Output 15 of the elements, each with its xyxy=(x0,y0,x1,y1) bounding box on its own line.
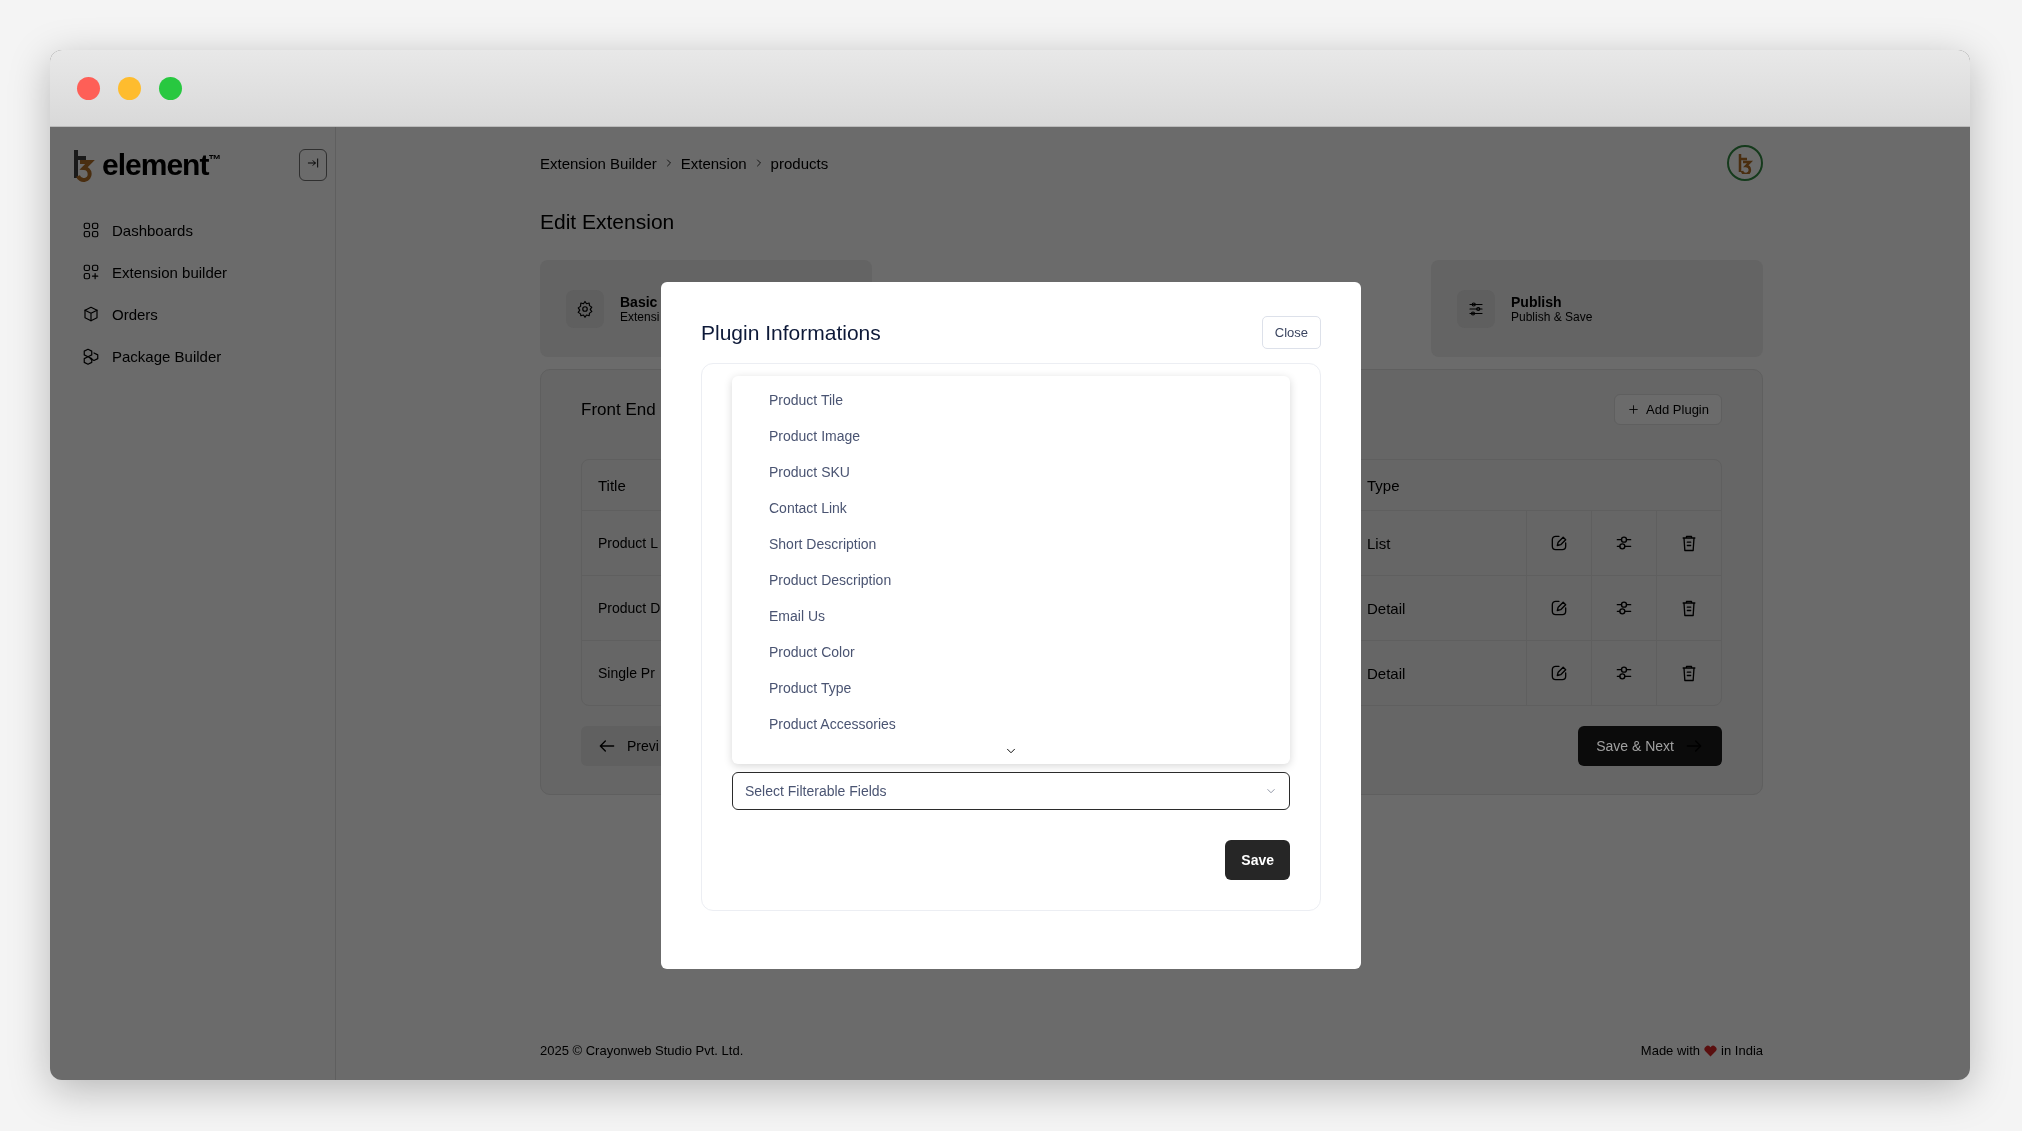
made-with-text: Made with xyxy=(1640,1043,1701,1058)
table-cell: Single Pr xyxy=(598,665,655,681)
dialog-title: Plugin Informations xyxy=(701,320,881,345)
copyright-text: 2025 © Crayonweb Studio Pvt. Ltd. xyxy=(540,1043,744,1058)
step-title: Basic xyxy=(620,293,659,310)
in-india-text: in India xyxy=(1721,1043,1763,1058)
page-title: Edit Extension xyxy=(540,210,676,234)
table-cell: Product D xyxy=(598,600,661,616)
step-subtitle: Extensi xyxy=(620,309,660,324)
logo-text: element$^{™}$ xyxy=(102,148,221,182)
table-cell: Product L xyxy=(598,535,658,551)
section-title: Front End xyxy=(581,399,656,420)
step-title: Publish xyxy=(1511,293,1563,310)
step-subtitle: Publish & Save xyxy=(1511,309,1593,324)
table-cell-text: Detail xyxy=(1366,663,1407,684)
